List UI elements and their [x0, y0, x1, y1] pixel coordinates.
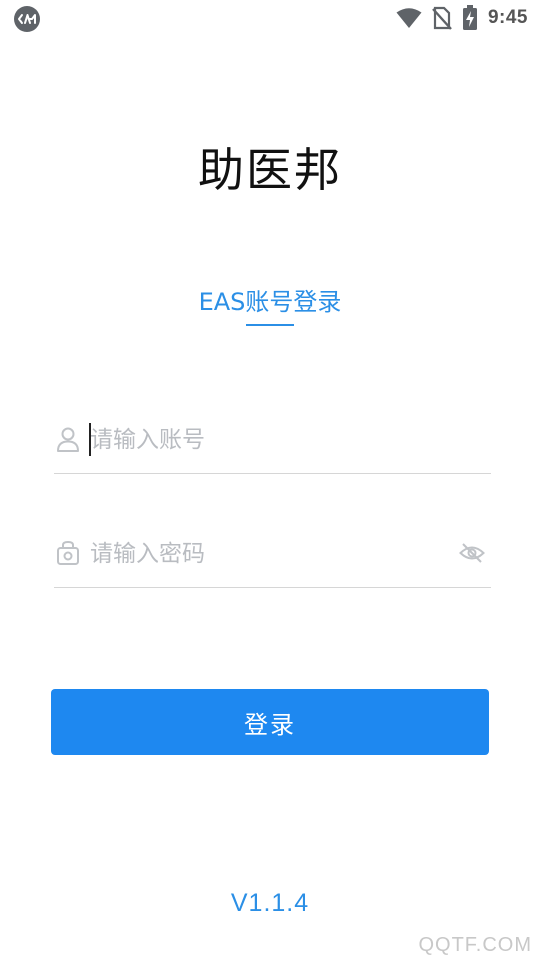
version-label: V1.1.4	[230, 889, 310, 917]
battery-charging-icon	[462, 5, 477, 30]
app-notification-icon	[14, 6, 40, 32]
status-time: 9:45	[487, 7, 528, 28]
app-title: 助医邦	[198, 143, 342, 197]
watermark: QQTF.COM	[418, 934, 532, 956]
account-input[interactable]	[90, 420, 450, 460]
wifi-icon	[396, 8, 422, 28]
status-bar: 9:45	[0, 0, 540, 36]
tab-active-indicator	[246, 324, 294, 326]
password-input[interactable]	[90, 534, 450, 574]
tab-eas-login-label: EAS账号登录	[198, 288, 342, 316]
no-sim-icon	[432, 6, 452, 30]
text-caret	[89, 423, 91, 456]
account-field-row	[54, 412, 491, 474]
status-icons: 9:45	[396, 4, 528, 32]
lock-icon	[57, 540, 79, 565]
password-field-row	[54, 526, 491, 588]
eye-hidden-icon[interactable]	[459, 542, 485, 564]
user-icon	[57, 427, 79, 452]
login-button[interactable]: 登录	[51, 689, 489, 755]
tab-eas-login[interactable]: EAS账号登录	[170, 282, 370, 328]
